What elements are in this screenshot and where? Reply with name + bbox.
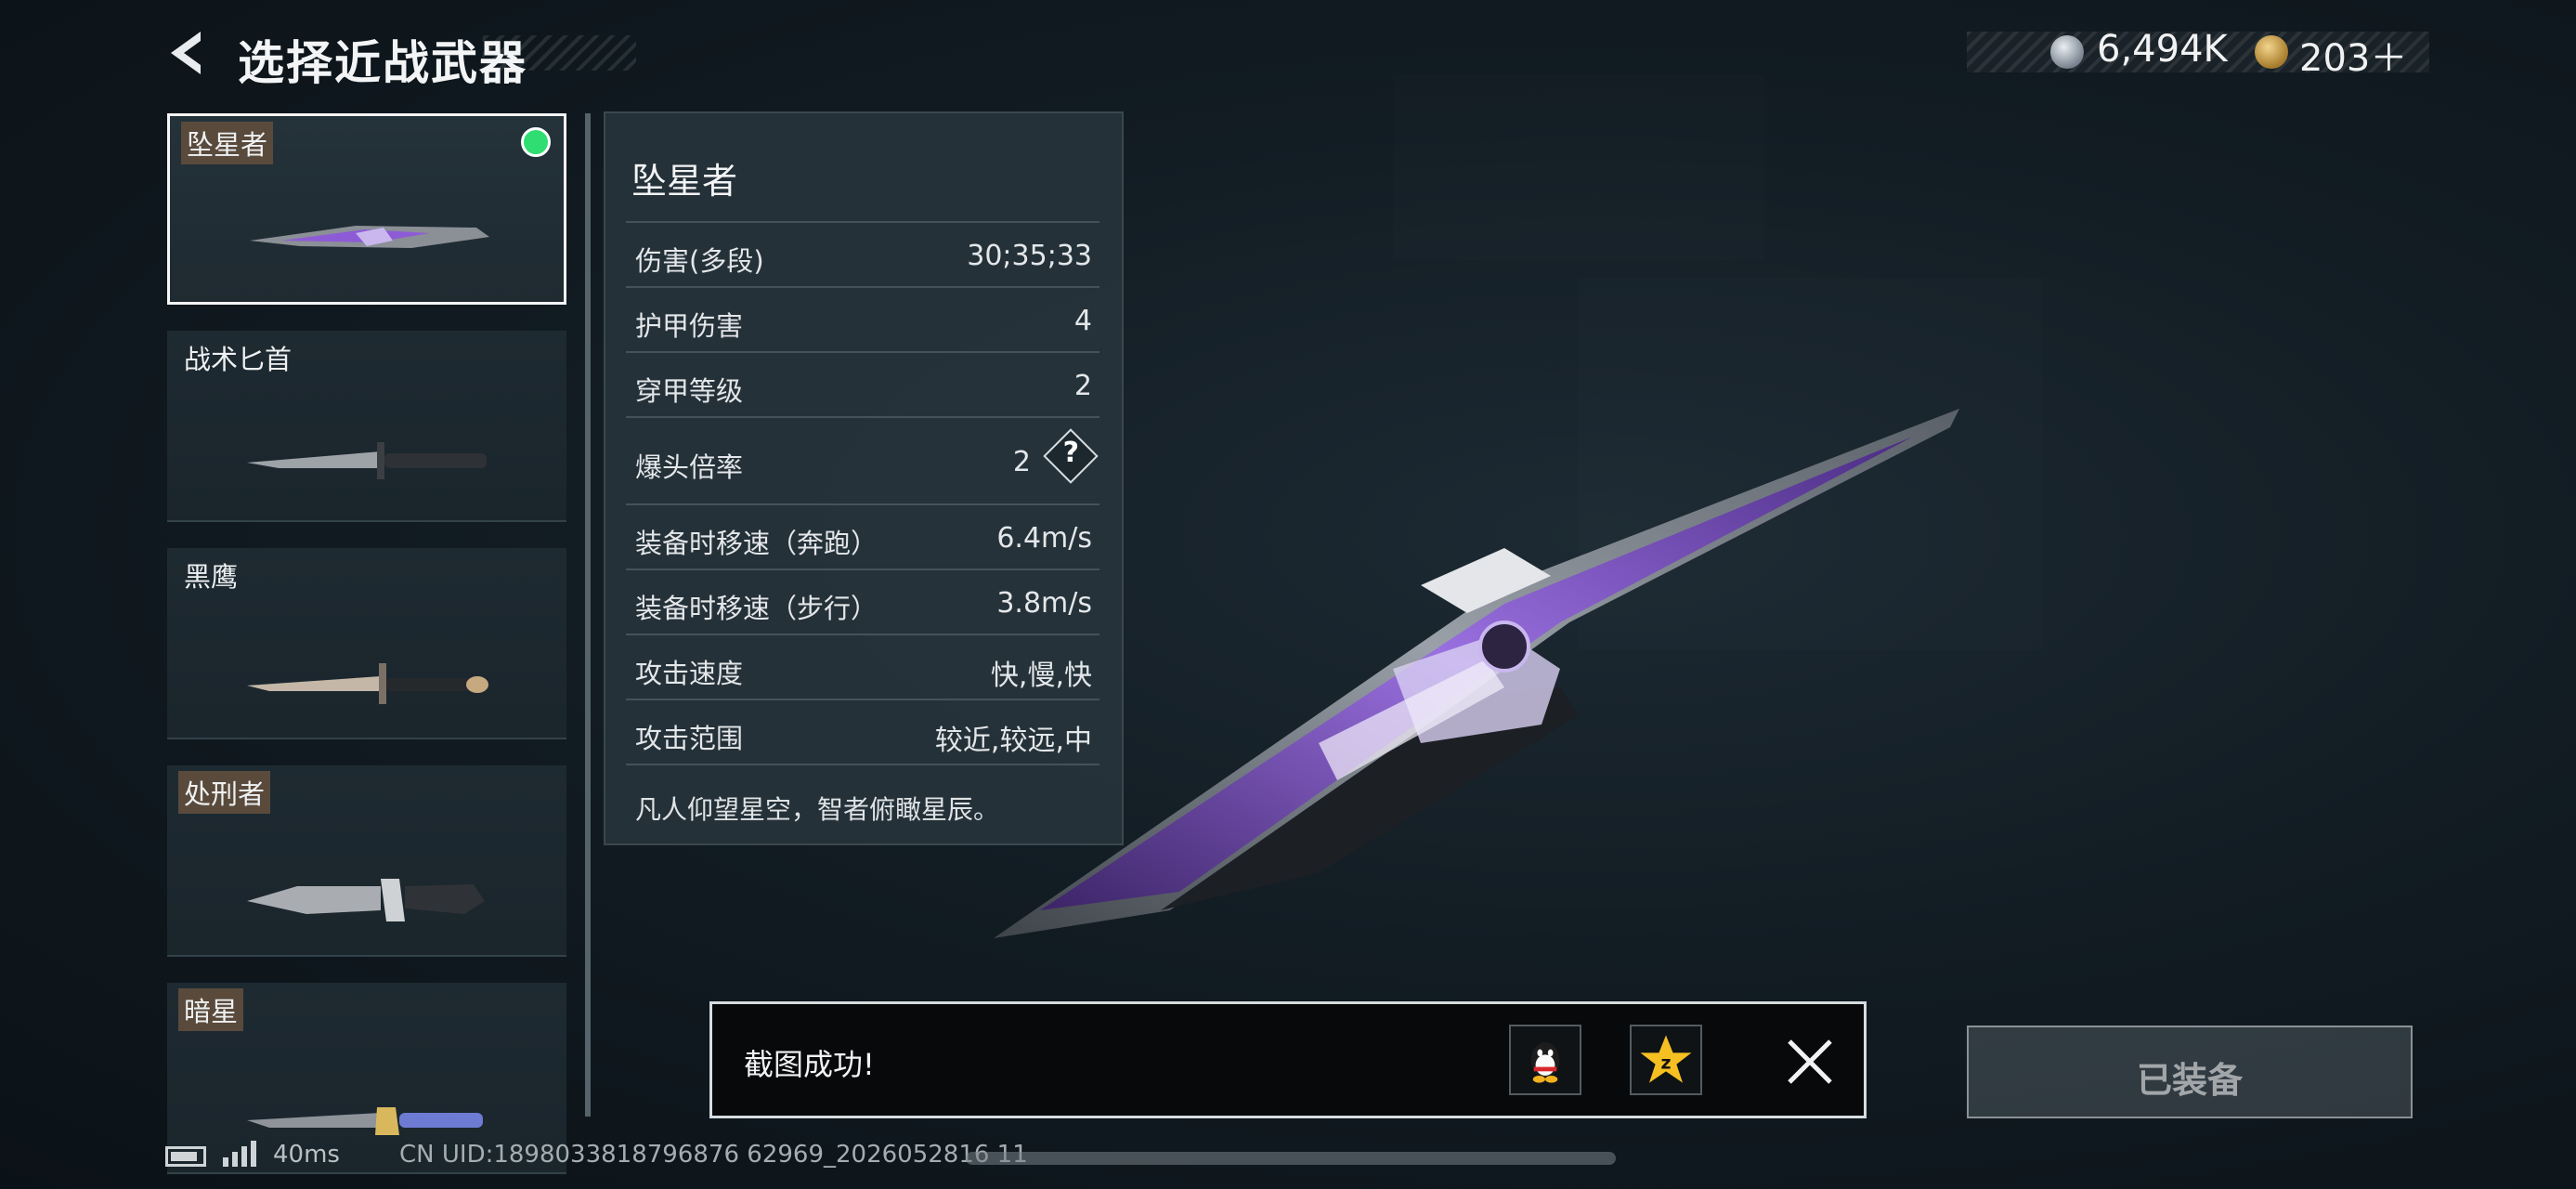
share-qq-button[interactable] bbox=[1509, 1025, 1581, 1095]
weapon-name: 战术匕首 bbox=[184, 344, 293, 375]
starfall-knife-thumb bbox=[250, 226, 489, 248]
weapon-name: 处刑者 bbox=[178, 771, 271, 814]
weapon-card-executioner[interactable]: 处刑者 bbox=[167, 765, 566, 957]
qzone-star-icon: z bbox=[1640, 1035, 1692, 1083]
stat-label: 伤害(多段) bbox=[635, 245, 764, 277]
ping-value: 40ms bbox=[273, 1141, 340, 1169]
stat-label: 护甲伤害 bbox=[635, 310, 744, 342]
screenshot-toast: 截图成功! z bbox=[709, 1001, 1867, 1118]
starfall-knife-render bbox=[994, 409, 1959, 938]
home-indicator[interactable] bbox=[966, 1152, 1616, 1165]
gold-amount[interactable]: 203＋ bbox=[2299, 28, 2407, 82]
stat-row-armor-damage: 护甲伤害 4 bbox=[626, 286, 1099, 351]
tactical-dagger-thumb bbox=[247, 442, 487, 479]
stat-value: 4 bbox=[1073, 305, 1092, 337]
stat-row-damage: 伤害(多段) 30;35;33 bbox=[626, 221, 1099, 286]
selected-indicator bbox=[521, 127, 551, 157]
battery-icon bbox=[165, 1146, 206, 1167]
stat-value: 30;35;33 bbox=[967, 240, 1092, 272]
stat-label: 爆头倍率 bbox=[635, 451, 744, 483]
stat-label: 攻击速度 bbox=[635, 658, 744, 689]
svg-text:z: z bbox=[1660, 1052, 1671, 1073]
stat-label: 攻击范围 bbox=[635, 723, 744, 754]
weapon-card-starfall[interactable]: 坠星者 bbox=[167, 113, 566, 305]
equipped-button[interactable]: 已装备 bbox=[1967, 1026, 2413, 1118]
black-hawk-knife-thumb bbox=[247, 663, 488, 704]
close-icon[interactable] bbox=[1780, 1032, 1840, 1091]
stat-label: 装备时移速（奔跑） bbox=[635, 528, 878, 559]
executioner-knife-thumb bbox=[247, 879, 485, 921]
page-title: 选择近战武器 bbox=[238, 36, 527, 90]
stat-label: 装备时移速（步行） bbox=[635, 593, 878, 624]
weapon-name: 黑鹰 bbox=[184, 561, 239, 593]
silver-amount: 6,494K bbox=[2097, 28, 2228, 71]
share-qzone-button[interactable]: z bbox=[1630, 1025, 1702, 1095]
weapon-list-scrollbar[interactable] bbox=[585, 113, 591, 1117]
stats-title: 坠星者 bbox=[631, 161, 738, 202]
equipped-button-label: 已装备 bbox=[2136, 1060, 2243, 1101]
qq-penguin-icon bbox=[1530, 1042, 1560, 1083]
weapon-card-black-hawk[interactable]: 黑鹰 bbox=[167, 548, 566, 739]
toast-message: 截图成功! bbox=[744, 1047, 875, 1082]
stat-label: 穿甲等级 bbox=[635, 375, 744, 407]
weapon-name: 坠星者 bbox=[181, 122, 274, 164]
dark-star-knife-thumb bbox=[247, 1107, 483, 1135]
signal-strength-icon bbox=[223, 1141, 256, 1167]
weapon-name: 暗星 bbox=[178, 988, 244, 1031]
silver-coin-icon bbox=[2050, 35, 2084, 69]
uid-text: CN UID:1898033818796876 62969_2026052816… bbox=[399, 1141, 1028, 1169]
gold-coin-icon bbox=[2255, 35, 2288, 69]
weapon-card-tactical-dagger[interactable]: 战术匕首 bbox=[167, 331, 566, 522]
background-panel bbox=[1393, 74, 1764, 260]
weapon-description: 凡人仰望星空，智者俯瞰星辰。 bbox=[635, 794, 1000, 825]
back-arrow-icon[interactable] bbox=[163, 28, 214, 78]
